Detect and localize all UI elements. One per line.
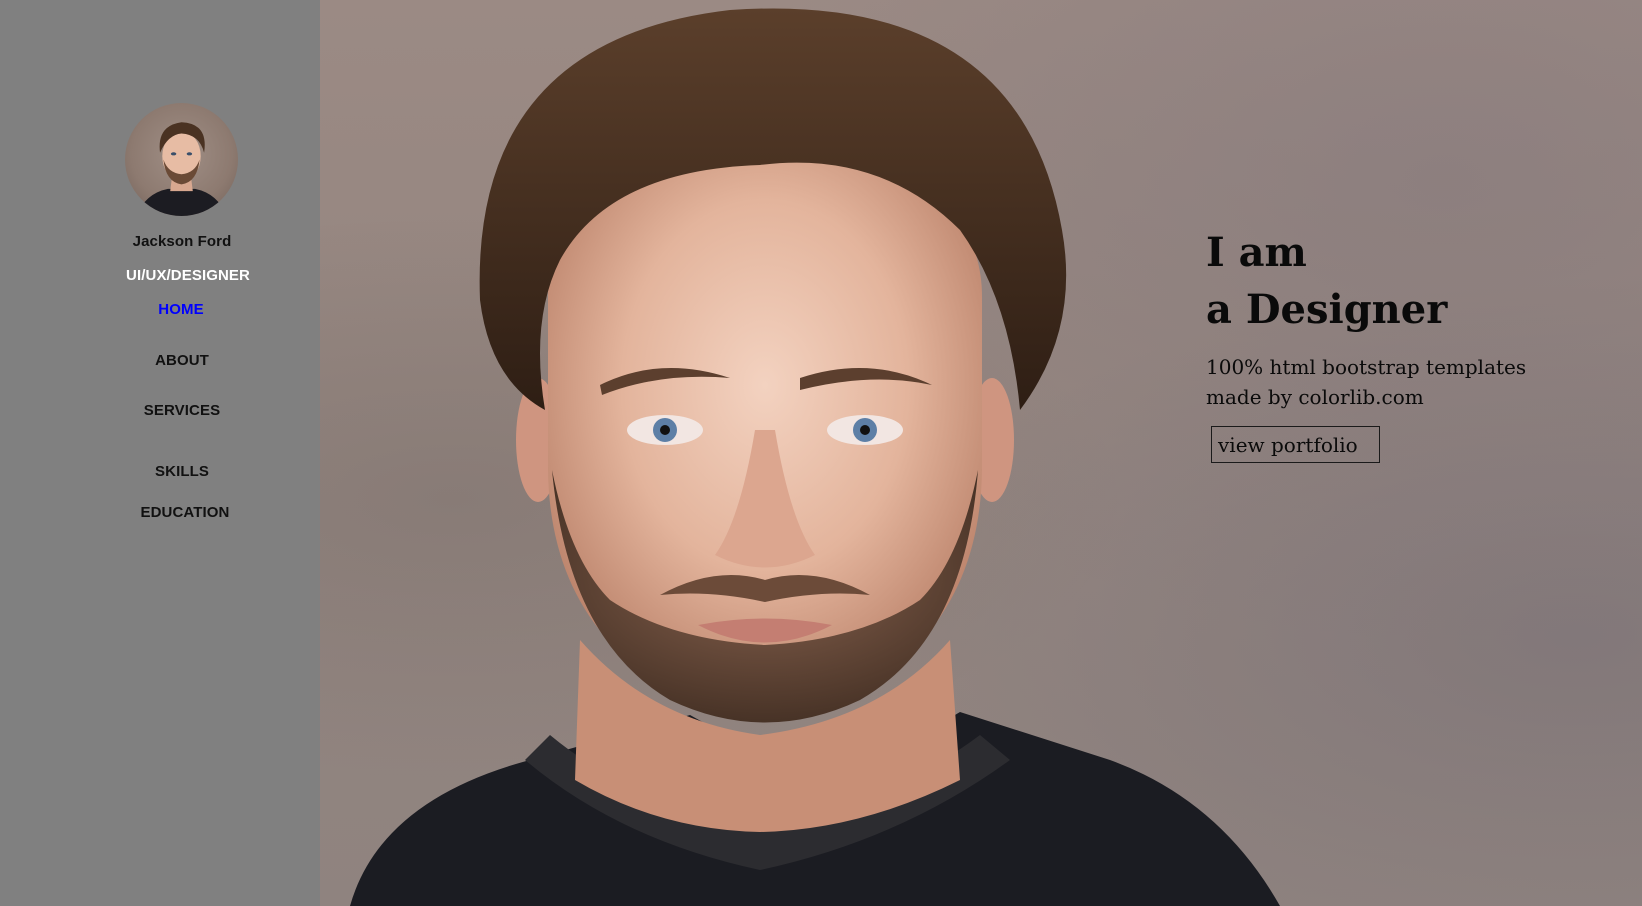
hero-heading-block: I am a Designer 100% html bootstrap temp… — [1206, 224, 1566, 412]
hero-heading-line2: a Designer — [1206, 286, 1448, 333]
profile-name: Jackson Ford — [132, 233, 232, 250]
avatar-photo — [136, 122, 227, 216]
view-portfolio-button[interactable]: view portfolio — [1211, 426, 1380, 463]
hero-section: I am a Designer 100% html bootstrap temp… — [320, 0, 1642, 906]
profile-role: UI/UX/DESIGNER — [126, 267, 250, 284]
nav-link-services[interactable]: SERVICES — [144, 402, 220, 419]
nav-link-skills[interactable]: SKILLS — [155, 463, 209, 480]
hero-subtitle: 100% html bootstrap templates made by co… — [1206, 355, 1527, 409]
avatar — [125, 103, 238, 216]
nav-link-home[interactable]: HOME — [158, 301, 203, 318]
hero-heading-line1: I am — [1206, 229, 1307, 276]
nav-link-about[interactable]: ABOUT — [155, 352, 209, 369]
page: Jackson Ford UI/UX/DESIGNER HOME ABOUT S… — [0, 0, 1642, 906]
hero-portrait-image — [350, 8, 1280, 906]
nav-link-education[interactable]: EDUCATION — [141, 504, 230, 521]
sidebar: Jackson Ford UI/UX/DESIGNER HOME ABOUT S… — [0, 0, 320, 906]
